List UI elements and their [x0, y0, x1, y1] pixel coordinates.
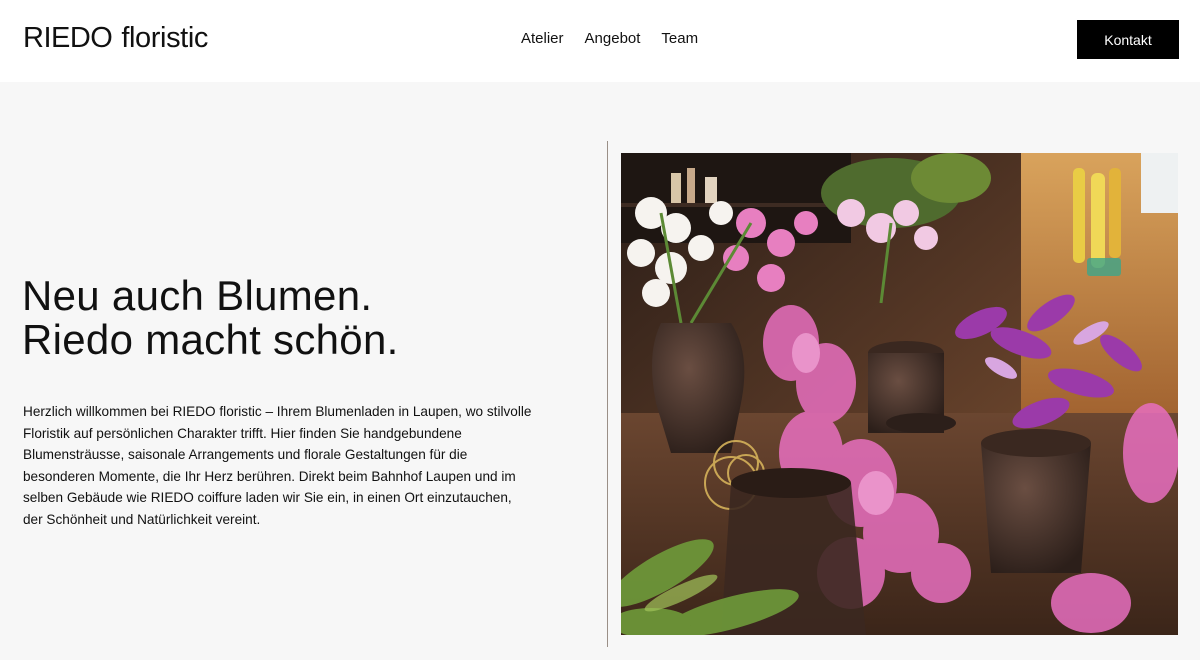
vertical-divider: [607, 141, 608, 647]
logo-word-riedo: RIEDO: [23, 22, 113, 54]
site-header: RIEDO floristic Atelier Angebot Team Kon…: [0, 0, 1200, 82]
logo-word-floristic: floristic: [121, 22, 208, 54]
main-nav: Atelier Angebot Team: [521, 30, 698, 47]
flower-shop-photo: [621, 153, 1178, 635]
hero-headline-line-1: Neu auch Blumen.: [22, 272, 373, 319]
riedo-floristic-logo[interactable]: RIEDO floristic: [23, 22, 208, 56]
nav-link-angebot[interactable]: Angebot: [585, 30, 641, 47]
kontakt-button[interactable]: Kontakt: [1077, 20, 1179, 59]
hero-headline: Neu auch Blumen. Riedo macht schön.: [22, 274, 399, 362]
hero-headline-line-2: Riedo macht schön.: [22, 316, 399, 363]
nav-link-team[interactable]: Team: [661, 30, 698, 47]
nav-link-atelier[interactable]: Atelier: [521, 30, 564, 47]
hero-intro-text: Herzlich willkommen bei RIEDO floristic …: [23, 404, 532, 527]
